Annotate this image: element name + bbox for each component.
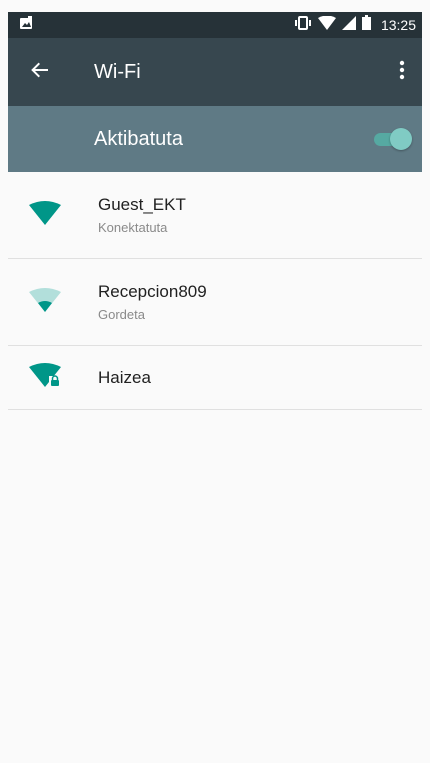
network-name: Guest_EKT — [98, 195, 186, 214]
wifi-settings-screen: 13:25 Wi-Fi Aktibatuta Guest_EKT Konekta… — [0, 0, 430, 763]
network-name: Recepcion809 — [98, 282, 207, 301]
status-bar: 13:25 — [8, 12, 422, 38]
battery-icon — [361, 15, 371, 35]
app-toolbar: Wi-Fi — [8, 38, 422, 106]
wifi-locked-icon — [29, 363, 61, 392]
more-options-button[interactable] — [382, 38, 422, 106]
wifi-toggle-switch[interactable] — [372, 126, 412, 152]
page-title: Wi-Fi — [94, 60, 141, 83]
wifi-weak-icon — [29, 287, 61, 317]
wifi-full-icon — [29, 200, 61, 230]
toggle-thumb — [390, 128, 412, 150]
back-arrow-icon — [31, 61, 49, 84]
status-time: 13:25 — [380, 17, 416, 33]
image-notification-icon — [18, 15, 34, 36]
network-status: Gordeta — [98, 307, 145, 322]
network-name: Haizea — [98, 367, 151, 387]
network-item-haizea[interactable]: Haizea — [8, 346, 422, 410]
network-item-recepcion809[interactable]: Recepcion809 Gordeta — [8, 259, 422, 346]
network-list: Guest_EKT Konektatuta Recepcion809 Gorde… — [8, 172, 422, 410]
wifi-signal-icon — [317, 15, 336, 35]
network-item-guest-ekt[interactable]: Guest_EKT Konektatuta — [8, 172, 422, 259]
wifi-master-switch-bar[interactable]: Aktibatuta — [8, 106, 422, 172]
cell-signal-icon — [341, 15, 356, 35]
back-button[interactable] — [8, 38, 72, 106]
wifi-switch-label: Aktibatuta — [94, 127, 183, 150]
vibrate-icon — [294, 15, 312, 35]
network-status: Konektatuta — [98, 220, 168, 235]
more-vert-icon — [399, 60, 405, 85]
